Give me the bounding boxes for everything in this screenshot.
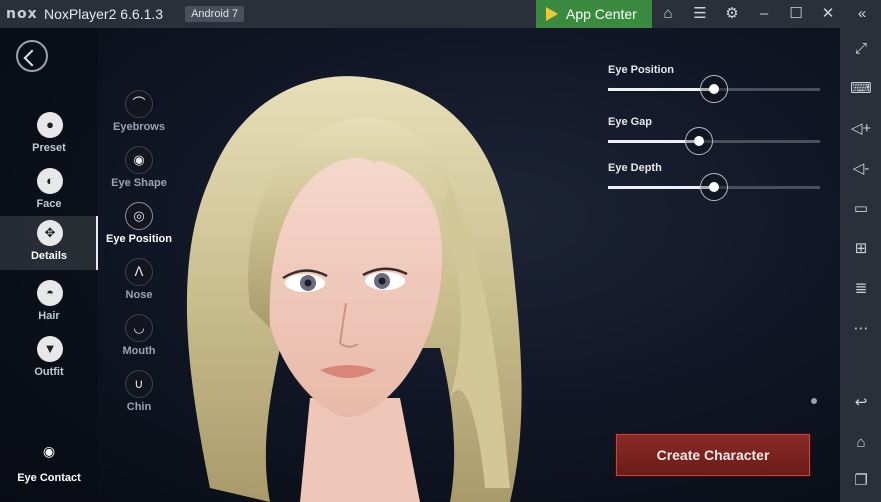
preset-icon: ● [37, 112, 63, 138]
back-icon[interactable]: ↩ [850, 392, 872, 414]
outfit-icon: ▼ [37, 336, 63, 362]
eyebrow-icon: ⌒ [125, 90, 153, 118]
close-icon[interactable]: ✕ [818, 4, 838, 24]
slider-track[interactable] [608, 75, 820, 103]
slider-track[interactable] [608, 173, 820, 201]
maximize-icon[interactable]: ☐ [786, 4, 806, 24]
recents-icon[interactable]: ❐ [850, 470, 872, 492]
app-title: NoxPlayer2 6.6.1.3 [44, 6, 164, 22]
slider-label: Eye Gap [608, 116, 653, 128]
gear-icon[interactable]: ⚙ [722, 4, 742, 24]
volume-up-icon[interactable]: ◁+ [850, 118, 872, 140]
slider-label: Eye Position [608, 64, 675, 76]
category-label: Preset [32, 142, 66, 154]
category-label: Outfit [34, 366, 64, 378]
minimize-icon[interactable]: – [754, 4, 774, 24]
multi-instance-icon[interactable]: ≣ [850, 278, 872, 300]
home-icon[interactable]: ⌂ [850, 432, 872, 454]
play-store-icon [546, 7, 558, 21]
apk-icon[interactable]: ⊞ [850, 238, 872, 260]
title-bar: nox NoxPlayer2 6.6.1.3 Android 7 App Cen… [0, 0, 881, 28]
decorative-dot [811, 398, 817, 404]
slider-fill [608, 88, 714, 91]
category-details[interactable]: ✥ Details [0, 216, 98, 270]
slider-label: Eye Depth [608, 162, 662, 174]
nose-icon: ᐱ [125, 258, 153, 286]
category-hair[interactable]: ◓ Hair [0, 276, 98, 330]
collapse-icon[interactable]: « [852, 4, 872, 24]
fullscreen-icon[interactable]: ⤢ [850, 38, 872, 60]
eye-icon: ◉ [42, 443, 56, 459]
mouth-icon: ◡ [125, 314, 153, 342]
face-icon: ◐ [37, 168, 63, 194]
slider-handle[interactable] [685, 127, 714, 155]
category-label: Hair [38, 310, 60, 322]
chin-icon: ∪ [125, 370, 153, 398]
category-label: Face [36, 198, 62, 210]
game-viewport: ● Preset ◐ Face ✥ Details ◓ Hair ▼ Outfi… [0, 28, 840, 502]
details-move-icon: ✥ [37, 220, 63, 246]
eye-position-slider[interactable]: Eye Position [608, 64, 820, 103]
create-character-button[interactable]: Create Character [616, 434, 810, 476]
slider-track[interactable] [608, 127, 820, 155]
nox-logo: nox [6, 6, 38, 22]
app-center-label: App Center [566, 6, 637, 22]
eye-contact-label: Eye Contact [17, 472, 81, 484]
eye-position-icon: ◎ [125, 202, 153, 230]
volume-down-icon[interactable]: ◁- [850, 158, 872, 180]
eye-gap-slider[interactable]: Eye Gap [608, 116, 820, 155]
eye-depth-slider[interactable]: Eye Depth [608, 162, 820, 201]
menu-icon[interactable]: ☰ [690, 4, 710, 24]
more-icon[interactable]: ⋯ [850, 318, 872, 340]
hair-icon: ◓ [37, 280, 63, 306]
emulator-toolbar: ⤢ ⌨ ◁+ ◁- ▭ ⊞ ≣ ⋯ ↩ ⌂ ❐ [840, 28, 881, 502]
category-outfit[interactable]: ▼ Outfit [0, 332, 98, 386]
android-version-badge: Android 7 [185, 6, 245, 22]
slider-handle[interactable] [700, 173, 728, 201]
category-face[interactable]: ◐ Face [0, 164, 98, 218]
app-center-button[interactable]: App Center [536, 0, 652, 28]
screen-icon[interactable]: ▭ [850, 198, 872, 220]
eye-contact-toggle[interactable]: ◉ Eye Contact [0, 438, 98, 488]
character-portrait [186, 76, 522, 502]
eye-shape-icon: ◉ [125, 146, 153, 174]
keyboard-icon[interactable]: ⌨ [850, 78, 872, 100]
back-button[interactable] [16, 40, 48, 72]
category-preset[interactable]: ● Preset [0, 108, 98, 162]
category-label: Details [30, 250, 68, 262]
slider-fill [608, 186, 714, 189]
shirt-icon[interactable]: ⌂ [658, 4, 678, 24]
slider-handle[interactable] [700, 75, 728, 103]
